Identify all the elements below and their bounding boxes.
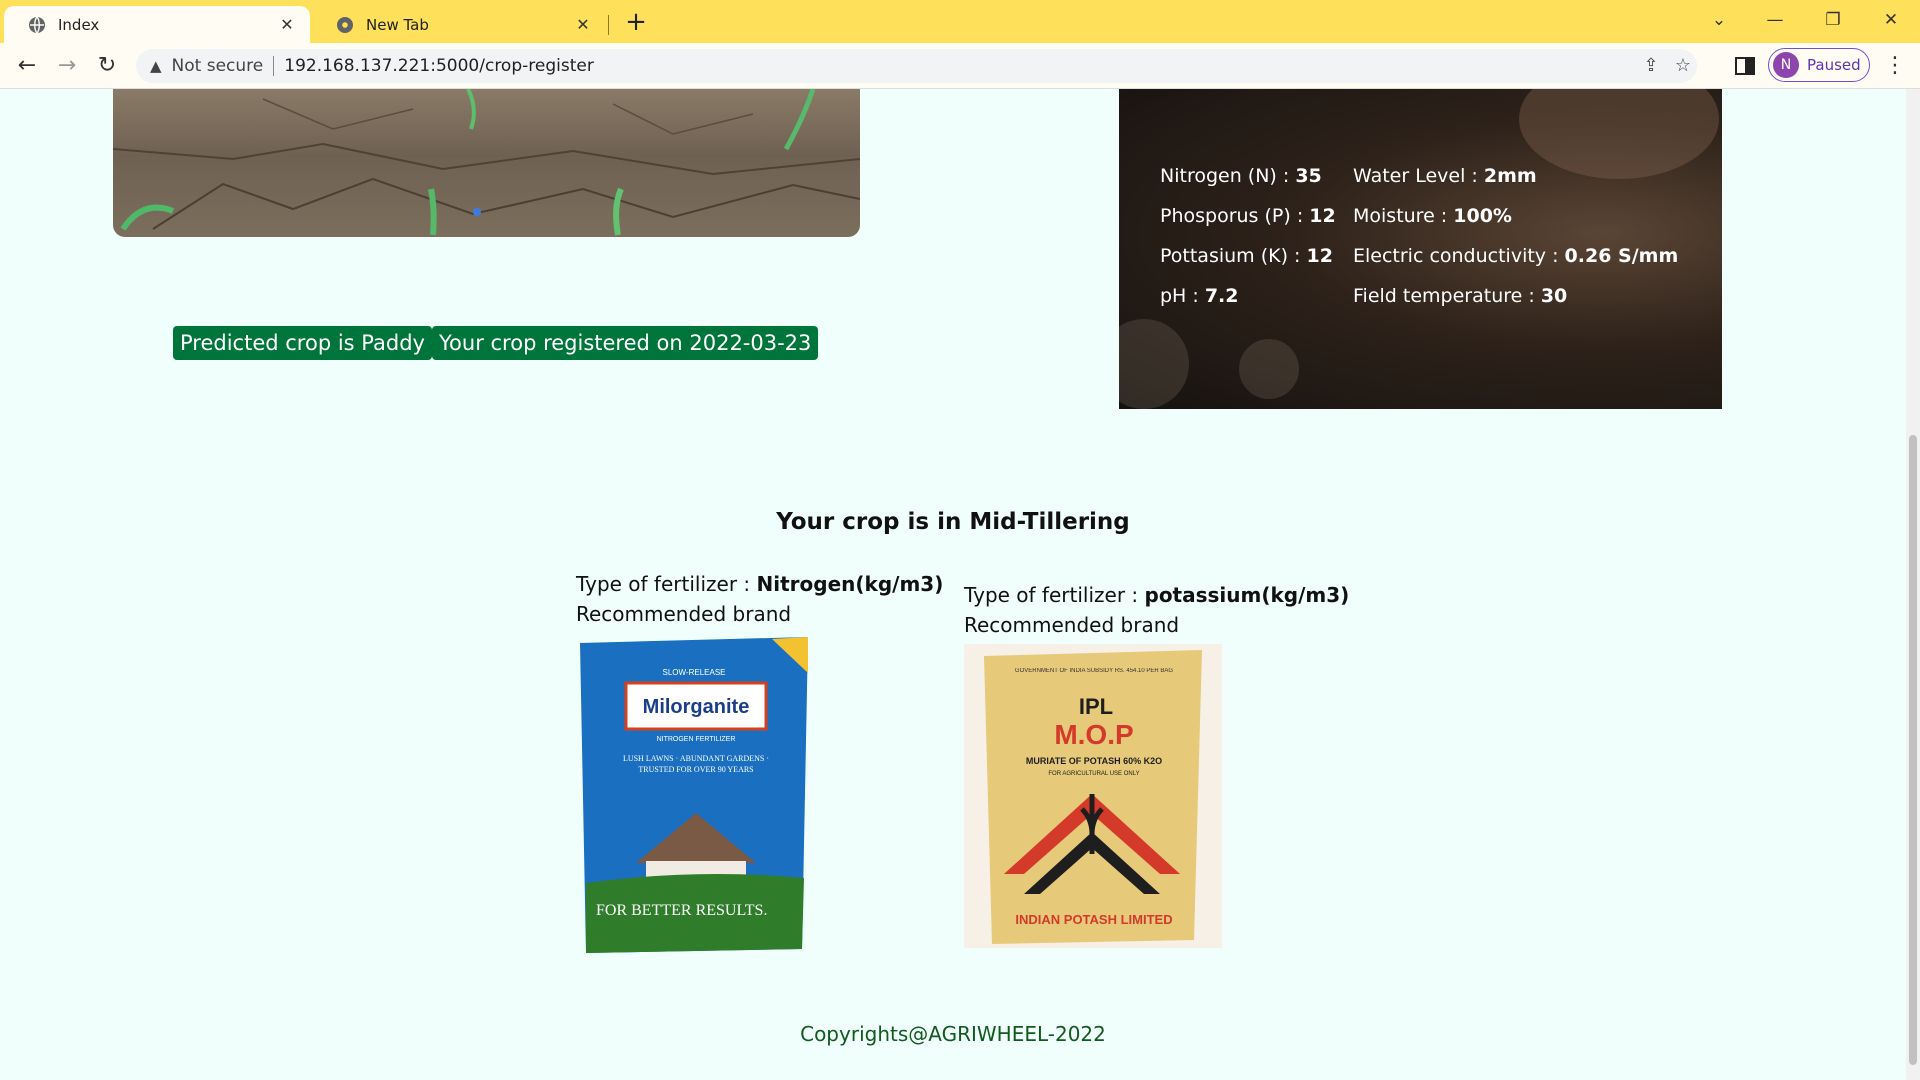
bag-tagline: LUSH LAWNS · ABUNDANT GARDENS · TRUSTED … bbox=[622, 754, 770, 774]
soil-phosphorus: Phosporus (P) : 12 bbox=[1160, 205, 1336, 227]
crop-stage-heading: Your crop is in Mid-Tillering bbox=[776, 509, 1130, 535]
bokeh-decoration bbox=[1239, 339, 1299, 399]
minimize-icon[interactable]: — bbox=[1752, 4, 1798, 36]
tab-index[interactable]: Index ✕ bbox=[4, 6, 310, 43]
fertilizer-nitrogen: Type of fertilizer : Nitrogen(kg/m3) Rec… bbox=[576, 569, 943, 955]
page-scrollbar[interactable] bbox=[1906, 89, 1920, 1080]
url-text[interactable]: 192.168.137.221:5000/crop-register bbox=[284, 56, 594, 76]
mop-bag-image: GOVERNMENT OF INDIA SUBSIDY RS. 454.10 P… bbox=[964, 644, 1222, 948]
star-icon[interactable]: ☆ bbox=[1668, 49, 1698, 83]
bag-note: FOR AGRICULTURAL USE ONLY bbox=[1048, 771, 1139, 777]
fertilizer-potassium: Type of fertilizer : potassium(kg/m3) Re… bbox=[964, 580, 1349, 948]
bag-subtitle: MURIATE OF POTASH 60% K2O bbox=[1026, 756, 1162, 766]
crop-field-image bbox=[113, 89, 860, 237]
page-viewport: Predicted crop is Paddy Your crop regist… bbox=[0, 89, 1906, 1080]
share-icon[interactable]: ⇪ bbox=[1636, 49, 1666, 83]
soil-temperature: Field temperature : 30 bbox=[1353, 285, 1568, 307]
warning-icon[interactable]: ▲ bbox=[150, 57, 162, 75]
soil-moisture: Moisture : 100% bbox=[1353, 205, 1512, 227]
soil-water-level: Water Level : 2mm bbox=[1353, 165, 1537, 187]
forward-icon[interactable]: → bbox=[52, 51, 82, 81]
security-label[interactable]: Not secure bbox=[172, 56, 264, 76]
close-icon[interactable]: ✕ bbox=[574, 15, 592, 34]
tab-title: Index bbox=[58, 15, 100, 34]
soil-parameters-card: Nitrogen (N) : 35 Water Level : 2mm Phos… bbox=[1119, 89, 1722, 409]
profile-status: Paused bbox=[1807, 56, 1861, 74]
bag-brand: IPL bbox=[1079, 694, 1113, 719]
recommended-brand-label: Recommended brand bbox=[576, 602, 792, 626]
field-illustration bbox=[113, 89, 860, 236]
bokeh-decoration bbox=[1119, 319, 1189, 409]
omnibox-separator bbox=[273, 56, 275, 76]
footer-copyright: Copyrights@AGRIWHEEL-2022 bbox=[800, 1022, 1106, 1046]
registration-date-badge: Your crop registered on 2022-03-23 bbox=[432, 326, 819, 360]
browser-toolbar: ← → ↻ ▲ Not secure 192.168.137.221:5000/… bbox=[0, 43, 1920, 89]
tab-title: New Tab bbox=[366, 15, 429, 34]
milorganite-bag-image: SLOW-RELEASE Milorganite NITROGEN FERTIL… bbox=[576, 633, 814, 955]
bag-top-text: GOVERNMENT OF INDIA SUBSIDY RS. 454.10 P… bbox=[1014, 668, 1174, 674]
bag-bottom-text: INDIAN POTASH LIMITED bbox=[1015, 912, 1172, 927]
more-menu-icon[interactable]: ⋮ bbox=[1880, 51, 1910, 81]
reload-icon[interactable]: ↻ bbox=[92, 51, 122, 81]
bag-subtitle: NITROGEN FERTILIZER bbox=[657, 736, 736, 743]
new-tab-icon[interactable]: + bbox=[622, 8, 650, 36]
tab-bar: Index ✕ New Tab ✕ + ⌄ — ❐ ✕ bbox=[0, 0, 1920, 43]
soil-nitrogen: Nitrogen (N) : 35 bbox=[1160, 165, 1322, 187]
chrome-icon bbox=[337, 16, 353, 33]
chevron-down-icon[interactable]: ⌄ bbox=[1696, 4, 1742, 36]
restore-icon[interactable]: ❐ bbox=[1810, 4, 1856, 36]
close-icon[interactable]: ✕ bbox=[278, 15, 296, 34]
soil-readings: Nitrogen (N) : 35 Water Level : 2mm Phos… bbox=[1160, 163, 1693, 309]
recommended-brand-label: Recommended brand bbox=[964, 613, 1180, 637]
side-panel-icon[interactable] bbox=[1734, 55, 1756, 77]
bag-product: M.O.P bbox=[1054, 719, 1133, 750]
bag-top-text: SLOW-RELEASE bbox=[663, 668, 726, 677]
soil-potassium: Pottasium (K) : 12 bbox=[1160, 245, 1333, 267]
address-bar[interactable]: ▲ Not secure 192.168.137.221:5000/crop-r… bbox=[136, 49, 1697, 83]
avatar: N bbox=[1773, 52, 1799, 78]
soil-conductivity: Electric conductivity : 0.26 S/mm bbox=[1353, 245, 1679, 267]
fertilizer-type: Type of fertilizer : potassium(kg/m3) bbox=[964, 583, 1350, 607]
fertilizer-type: Type of fertilizer : Nitrogen(kg/m3) bbox=[576, 572, 944, 596]
profile-button[interactable]: N Paused bbox=[1768, 48, 1870, 82]
bag-bottom-text: FOR BETTER RESULTS. bbox=[596, 902, 767, 919]
window-close-icon[interactable]: ✕ bbox=[1868, 4, 1914, 36]
predicted-crop-badge: Predicted crop is Paddy bbox=[173, 326, 432, 360]
soil-ph: pH : 7.2 bbox=[1160, 285, 1239, 307]
bag-brand: Milorganite bbox=[643, 696, 750, 718]
globe-icon bbox=[29, 16, 45, 33]
scrollbar-thumb[interactable] bbox=[1909, 435, 1917, 1065]
tab-separator bbox=[608, 15, 609, 35]
tab-new-tab[interactable]: New Tab ✕ bbox=[312, 6, 606, 43]
back-icon[interactable]: ← bbox=[12, 51, 42, 81]
